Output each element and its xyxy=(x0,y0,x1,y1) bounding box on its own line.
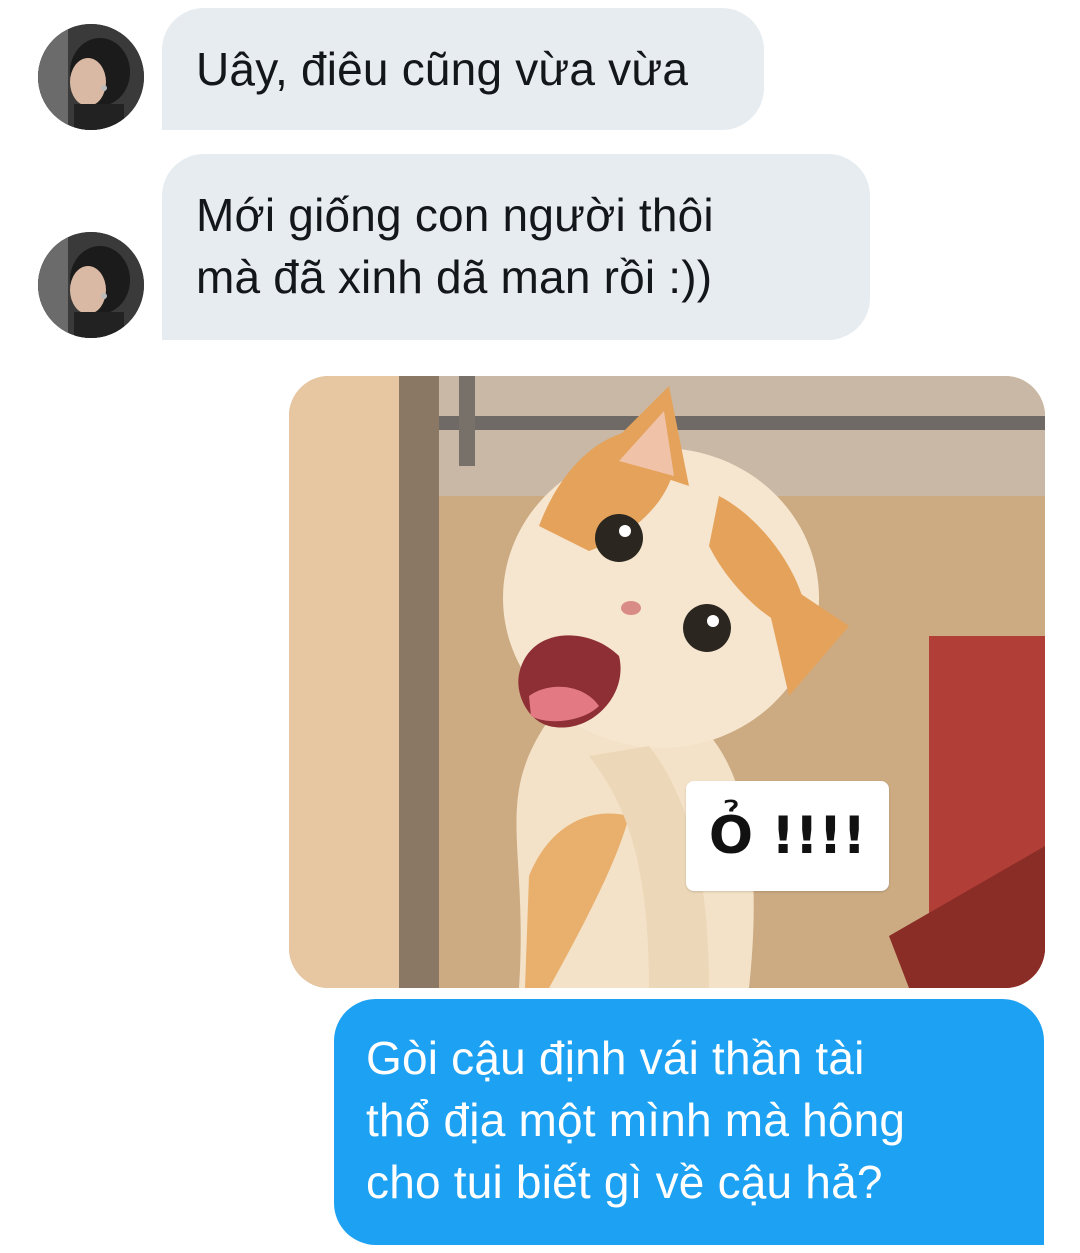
media-image[interactable]: Ỏ !!!! xyxy=(289,376,1045,988)
meme-caption: Ỏ !!!! xyxy=(686,781,889,891)
message-text: cho tui biết gì về cậu hả? xyxy=(366,1156,883,1208)
message-text: mà đã xinh dã man rồi :)) xyxy=(196,251,713,303)
user-avatar-icon xyxy=(38,232,144,338)
avatar[interactable] xyxy=(38,24,144,130)
message-bubble-outgoing[interactable]: Gòi cậu định vái thần tài thổ địa một mì… xyxy=(334,999,1044,1245)
message-bubble-incoming[interactable]: Mới giống con người thôi mà đã xinh dã m… xyxy=(162,154,870,340)
message-text: Uây, điêu cũng vừa vừa xyxy=(196,43,689,95)
user-avatar-icon xyxy=(38,24,144,130)
avatar[interactable] xyxy=(38,232,144,338)
cat-meme-image xyxy=(289,376,1045,988)
message-text: Gòi cậu định vái thần tài xyxy=(366,1032,865,1084)
message-text: Mới giống con người thôi xyxy=(196,189,714,241)
message-bubble-incoming[interactable]: Uây, điêu cũng vừa vừa xyxy=(162,8,764,130)
message-text: thổ địa một mình mà hông xyxy=(366,1094,906,1146)
